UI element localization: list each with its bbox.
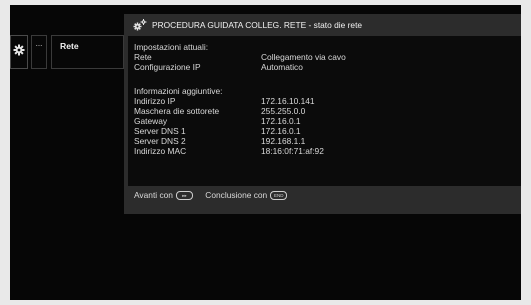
- network-status-dialog: PROCEDURA GUIDATA COLLEG. RETE - stato d…: [124, 14, 521, 214]
- info-value: 172.16.0.1: [261, 126, 301, 136]
- footer-done-hint[interactable]: Conclusione con END: [205, 190, 288, 200]
- info-value: Collegamento via cavo: [261, 52, 346, 62]
- info-value: 18:16:0f:71:af:92: [261, 146, 324, 156]
- info-label: Rete: [134, 52, 152, 62]
- menu-more-label: ...: [35, 39, 43, 48]
- menu-settings-tile[interactable]: [10, 35, 28, 69]
- gear-icon: [13, 44, 25, 56]
- info-row-dns2: Server DNS 2 192.168.1.1: [134, 136, 305, 146]
- footer-done-label: Conclusione con: [205, 190, 268, 200]
- menu-rete-label: Rete: [60, 41, 79, 51]
- info-label: Gateway: [134, 116, 168, 126]
- info-value: 192.168.1.1: [261, 136, 306, 146]
- dialog-body: Impostazioni attuali: Rete Collegamento …: [128, 36, 521, 186]
- info-value: 172.16.10.141: [261, 96, 315, 106]
- footer-next-label: Avanti con: [134, 190, 173, 200]
- menu-rete-tile[interactable]: Rete: [51, 35, 124, 69]
- dialog-header: PROCEDURA GUIDATA COLLEG. RETE - stato d…: [124, 14, 521, 36]
- footer-next-hint[interactable]: Avanti con ▸▸: [134, 190, 193, 200]
- info-label: Configurazione IP: [134, 62, 201, 72]
- info-label: Server DNS 1: [134, 126, 186, 136]
- info-value: Automatico: [261, 62, 303, 72]
- end-key-icon: END: [270, 190, 288, 200]
- info-row-network: Rete Collegamento via cavo: [134, 52, 346, 62]
- info-row-gateway: Gateway 172.16.0.1: [134, 116, 301, 126]
- info-label: Indirizzo IP: [134, 96, 176, 106]
- info-label: Maschera die sottorete: [134, 106, 220, 116]
- info-row-dns1: Server DNS 1 172.16.0.1: [134, 126, 301, 136]
- info-value: 172.16.0.1: [261, 116, 301, 126]
- info-label: Indirizzo MAC: [134, 146, 187, 156]
- dialog-title: PROCEDURA GUIDATA COLLEG. RETE - stato d…: [152, 20, 363, 30]
- extra-info-heading: Informazioni aggiuntive:: [134, 86, 223, 96]
- network-gears-icon: [133, 19, 147, 31]
- info-row-ip-address: Indirizzo IP 172.16.10.141: [134, 96, 315, 106]
- forward-key-icon: ▸▸: [175, 190, 193, 200]
- dialog-footer: Avanti con ▸▸ Conclusione con END: [134, 190, 297, 200]
- current-settings-heading: Impostazioni attuali:: [134, 42, 209, 52]
- tv-screen: ... Rete PROCEDURA GUIDATA COLLEG. RETE …: [10, 5, 521, 300]
- info-value: 255.255.0.0: [261, 106, 306, 116]
- info-label: Server DNS 2: [134, 136, 186, 146]
- menu-more-tile[interactable]: ...: [31, 35, 47, 69]
- info-row-mac: Indirizzo MAC 18:16:0f:71:af:92: [134, 146, 324, 156]
- info-row-subnet-mask: Maschera die sottorete 255.255.0.0: [134, 106, 305, 116]
- info-row-ip-config: Configurazione IP Automatico: [134, 62, 303, 72]
